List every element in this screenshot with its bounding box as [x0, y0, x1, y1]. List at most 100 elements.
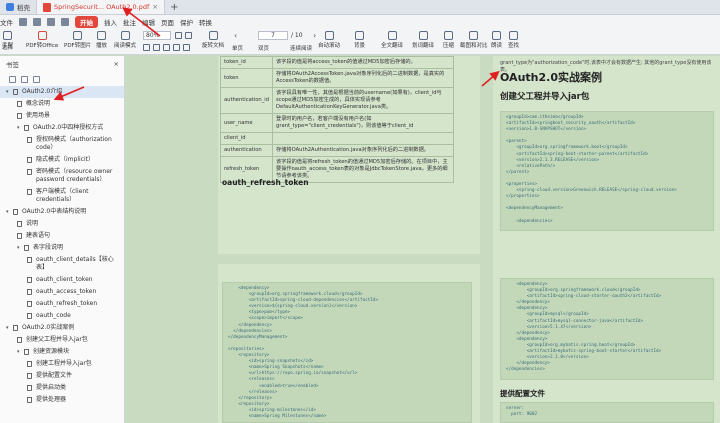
- menu-page[interactable]: 页面: [161, 17, 174, 27]
- next-page-icon[interactable]: ›: [313, 31, 316, 40]
- bookmark-item[interactable]: 创建工程并导入jar包: [0, 358, 124, 370]
- expand-all-icon[interactable]: [9, 75, 16, 83]
- close-tab-icon[interactable]: ×: [152, 3, 158, 11]
- rotate-left-icon[interactable]: [173, 44, 180, 51]
- bookmark-item[interactable]: 创建父工程并导入jar包: [0, 334, 124, 346]
- word-translate-button[interactable]: 划词翻译: [412, 31, 434, 49]
- full-translate-button[interactable]: 全文翻译: [381, 31, 403, 49]
- chevron-down-icon[interactable]: ▾: [6, 208, 13, 216]
- bookmark-item[interactable]: 密码模式（resource owner password credentials…: [0, 166, 124, 186]
- new-tab-button[interactable]: +: [165, 0, 183, 14]
- zoom-out-icon[interactable]: [175, 32, 182, 39]
- bookmark-tools: [0, 72, 124, 86]
- rotate-document-icon: [208, 31, 218, 40]
- full-translate-label: 全文翻译: [381, 43, 404, 49]
- bookmark-item[interactable]: ▾ 表字段说明: [0, 242, 124, 254]
- document-view[interactable]: token_id 该字段的值是将access_token的值通过MD5加密后存储的…: [125, 56, 720, 423]
- zoom-in-icon[interactable]: [185, 32, 192, 39]
- bookmark-item[interactable]: oauth_client_token: [0, 274, 124, 286]
- print-icon[interactable]: [47, 17, 55, 26]
- actual-size-icon[interactable]: [163, 44, 170, 51]
- continuous-read-button[interactable]: 连续阅读: [290, 44, 312, 52]
- bookmark-item[interactable]: 提供启动类: [0, 382, 124, 394]
- token-field-table: token_id 该字段的值是将access_token的值通过MD5加密后存储的…: [219, 56, 454, 183]
- double-page-button[interactable]: 双页: [258, 44, 269, 52]
- bookmark-item[interactable]: oauth_access_token: [0, 286, 124, 298]
- close-panel-icon[interactable]: ×: [114, 60, 119, 68]
- bookmark-item[interactable]: oauth_client_details【核心表】: [0, 254, 124, 274]
- auto-scroll-button[interactable]: 自动滚动: [318, 31, 340, 49]
- bookmark-item[interactable]: 使用场景: [0, 110, 124, 122]
- undo-icon[interactable]: [61, 17, 69, 26]
- search-icon: [509, 31, 518, 40]
- bookmark-item[interactable]: 建表语句: [0, 230, 124, 242]
- tab-pdf-document[interactable]: SpringSecurit... OAuth2.0.pdf ×: [36, 0, 166, 14]
- chevron-down-icon[interactable]: ▾: [6, 88, 13, 96]
- menu-start[interactable]: 开始: [75, 15, 98, 28]
- bookmark-item[interactable]: 提供处理器: [0, 394, 124, 406]
- add-bookmark-icon[interactable]: [33, 75, 40, 83]
- bookmark-label: 说明: [26, 220, 39, 227]
- menu-file[interactable]: 文件: [0, 17, 13, 27]
- tab-home[interactable]: 稻壳: [0, 0, 36, 14]
- hand-icon: [3, 31, 12, 40]
- save-icon[interactable]: [33, 17, 41, 26]
- auto-scroll-icon: [324, 31, 334, 40]
- play-button[interactable]: 播放: [96, 31, 107, 49]
- menu-protect[interactable]: 保护: [180, 17, 193, 27]
- field-desc-cell: 存储将OAuth2AccessToken.java对象序列化后的二进制数据，是真…: [272, 68, 454, 88]
- bookmark-label: 建表语句: [26, 232, 51, 239]
- bookmark-icon: [24, 245, 29, 251]
- bookmark-label: OAuth2.0介绍: [22, 88, 63, 95]
- zoom-select[interactable]: 80%: [143, 31, 171, 40]
- rotate-right-icon[interactable]: [183, 44, 190, 51]
- rotate-document-button[interactable]: 旋转文档: [202, 31, 224, 49]
- bookmark-item[interactable]: 提供配置文件: [0, 370, 124, 382]
- bookmark-icon: [13, 209, 18, 215]
- bookmark-item[interactable]: ▾ OAuth2.0中四种授权方式: [0, 122, 124, 134]
- bookmark-item[interactable]: 说明: [0, 218, 124, 230]
- bookmark-item[interactable]: 客户端模式（client credentials）: [0, 186, 124, 206]
- chevron-down-icon[interactable]: ▾: [17, 348, 24, 356]
- background-button[interactable]: 背景: [354, 31, 365, 49]
- bookmark-item[interactable]: oauth_code: [0, 310, 124, 322]
- find-button[interactable]: 查找: [508, 31, 519, 49]
- bookmark-item[interactable]: 授权码模式（authorization code）: [0, 134, 124, 154]
- chevron-down-icon[interactable]: ▾: [17, 244, 24, 252]
- bookmark-icon: [27, 277, 32, 283]
- menu-edit[interactable]: 编辑: [142, 17, 155, 27]
- compress-button[interactable]: 压缩: [443, 31, 454, 49]
- chevron-down-icon[interactable]: ▾: [17, 124, 24, 132]
- menu-insert[interactable]: 插入: [104, 17, 117, 27]
- select-tool-button[interactable]: 选择: [2, 43, 13, 51]
- menu-convert[interactable]: 转换: [199, 17, 212, 27]
- tab-home-label: 稻壳: [17, 4, 30, 12]
- bookmark-item[interactable]: ▾ OAuth2.0中表结构说明: [0, 206, 124, 218]
- table-row: client_id: [219, 132, 454, 145]
- fit-page-icon[interactable]: [153, 44, 160, 51]
- bookmark-icon: [27, 361, 32, 367]
- bookmark-label: 创建资源模块: [33, 348, 70, 355]
- prev-page-icon[interactable]: ‹: [234, 31, 237, 40]
- screenshot-compare-button[interactable]: 截图和对比: [460, 31, 488, 49]
- fit-width-icon[interactable]: [143, 44, 150, 51]
- bookmark-item[interactable]: 概念说明: [0, 98, 124, 110]
- bookmark-item[interactable]: ▾ 创建资源模块: [0, 346, 124, 358]
- read-mode-button[interactable]: 阅读模式: [114, 31, 136, 49]
- pdf-to-office-button[interactable]: PDF转Office: [26, 31, 58, 49]
- chevron-down-icon[interactable]: ▾: [6, 324, 13, 332]
- bookmark-label: OAuth2.0实战案例: [22, 324, 75, 331]
- bookmark-item[interactable]: 隐式模式（implicit）: [0, 154, 124, 166]
- single-page-button[interactable]: 单页: [232, 44, 243, 52]
- bookmark-item[interactable]: oauth_refresh_token: [0, 298, 124, 310]
- bookmark-item[interactable]: ▾ OAuth2.0介绍: [0, 86, 124, 98]
- menu-annotate[interactable]: 批注: [123, 17, 136, 27]
- field-name-cell: user_name: [219, 113, 274, 133]
- bookmark-tree: ▾ OAuth2.0介绍概念说明 使用场景 ▾ OAuth2.0中四种授权方式 授权码模式…: [0, 86, 124, 406]
- folder-icon[interactable]: [19, 17, 27, 26]
- read-aloud-button[interactable]: 朗读: [491, 31, 502, 49]
- bookmark-item[interactable]: ▾ OAuth2.0实战案例: [0, 322, 124, 334]
- pdf-to-image-button[interactable]: PDF转图片: [64, 31, 91, 49]
- collapse-all-icon[interactable]: [21, 75, 28, 83]
- page-number-input[interactable]: 7: [258, 31, 288, 40]
